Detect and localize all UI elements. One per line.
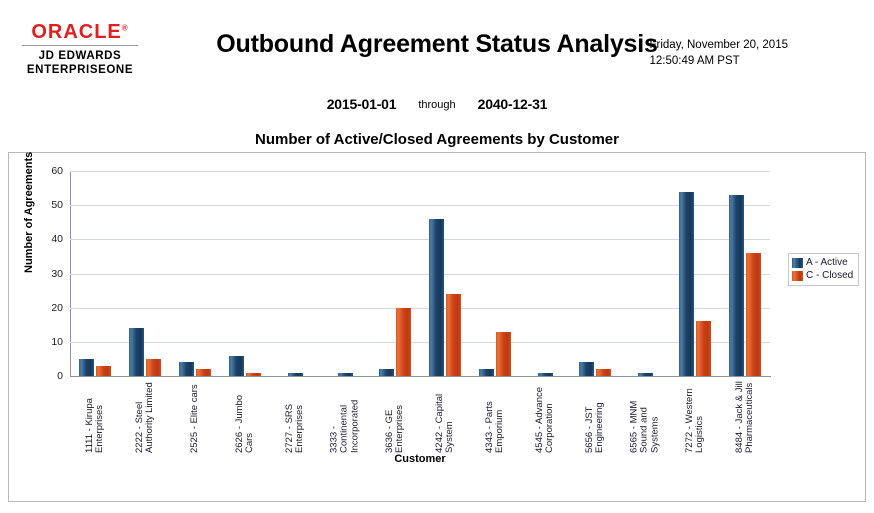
report-page: ORACLE® JD EDWARDS ENTERPRISEONE Outboun… <box>0 0 874 513</box>
bar-active[interactable] <box>729 194 744 376</box>
x-axis-tick-label: 4545 - Advance Corporation <box>533 386 555 453</box>
y-axis-tick-label: 40 <box>51 233 63 246</box>
x-axis-title: Customer <box>394 453 446 465</box>
bar-closed[interactable] <box>246 372 261 376</box>
run-timestamp: Friday, November 20, 2015 12:50:49 AM PS… <box>650 38 789 69</box>
legend-item[interactable]: A - Active <box>792 257 853 270</box>
y-axis-tick-label: 0 <box>57 370 63 382</box>
bar-group <box>70 171 120 376</box>
bar-closed[interactable] <box>96 365 111 376</box>
y-axis-tick-label: 10 <box>51 335 63 348</box>
bar-active[interactable] <box>179 362 194 376</box>
x-axis-tick-label-cell: 4545 - Advance Corporation <box>520 377 570 453</box>
bar-group <box>320 171 370 376</box>
bar-closed[interactable] <box>196 369 211 376</box>
x-axis-tick-label: 1111 - Kirupa Enterprises <box>83 398 105 453</box>
bar-closed[interactable] <box>496 331 511 376</box>
bar-active[interactable] <box>679 191 694 376</box>
y-axis-tick-label: 50 <box>51 199 63 212</box>
bar-groups <box>70 171 770 376</box>
x-axis-tick-label: 2525 - Elite cars <box>188 384 200 453</box>
bar-closed[interactable] <box>746 253 761 376</box>
x-axis-tick-label-cell: 4343 - Parts Emporium <box>470 377 520 453</box>
bar-group <box>370 171 420 376</box>
legend-swatch-closed <box>792 270 803 281</box>
date-range-row: 2015-01-01 through 2040-12-31 <box>0 96 874 114</box>
bar-active[interactable] <box>229 355 244 376</box>
bar-group <box>170 171 220 376</box>
bar-active[interactable] <box>537 372 553 376</box>
x-axis-tick-label-cell: 3333 - Continental Incorporated <box>320 377 370 453</box>
x-axis-tick-label-cell: 8484 - Jack & Jill Pharmaceuticals <box>720 377 770 453</box>
x-axis-tick-label: 3333 - Continental Incorporated <box>328 399 361 453</box>
x-axis-tick-label: 6565 - MNM Sound and Systems <box>628 400 661 453</box>
plot-area <box>70 171 771 377</box>
x-axis-tick-label-cell: 1111 - Kirupa Enterprises <box>70 377 120 453</box>
bar-closed[interactable] <box>396 307 411 376</box>
x-axis-tick-label-cell: 5656 - JST Engineering <box>570 377 620 453</box>
bar-active[interactable] <box>579 362 594 376</box>
x-axis-tick-label-cell: 2626 - Jumbo Cars <box>220 377 270 453</box>
x-axis-tick-label-cell: 7272 - Western Logistics <box>670 377 720 453</box>
legend-swatch-active <box>792 258 803 269</box>
bar-active[interactable] <box>79 358 94 376</box>
x-axis-tick-label-cell: 3636 - GE Enterprises <box>370 377 420 453</box>
y-axis-tick-label: 20 <box>51 301 63 314</box>
date-range-connector: through <box>418 99 456 111</box>
bar-closed[interactable] <box>696 321 711 376</box>
x-axis-tick-labels: 1111 - Kirupa Enterprises 2222 - Steel Au… <box>70 377 770 453</box>
bar-group <box>720 171 770 376</box>
bar-closed[interactable] <box>596 369 611 376</box>
chart-title: Number of Active/Closed Agreements by Cu… <box>255 131 619 148</box>
x-axis-tick-label-cell: 6565 - MNM Sound and Systems <box>620 377 670 453</box>
y-axis-tick-label: 60 <box>51 165 63 177</box>
x-axis-tick-label: 8484 - Jack & Jill Pharmaceuticals <box>733 381 755 453</box>
date-range-from: 2015-01-01 <box>326 96 397 112</box>
bar-active[interactable] <box>287 372 303 376</box>
chart-panel: Number of Agreements 0 10 20 30 40 50 60 1111 … <box>8 152 866 502</box>
legend-label: A - Active <box>806 257 848 268</box>
bar-active[interactable] <box>379 369 394 376</box>
bar-active[interactable] <box>129 328 144 376</box>
x-axis-tick-label-cell: 4242 - Capital System <box>420 377 470 453</box>
bar-closed[interactable] <box>446 294 461 376</box>
x-axis-tick-label: 2222 - Steel Authority Limited <box>133 382 155 453</box>
bar-group <box>420 171 470 376</box>
bar-group <box>470 171 520 376</box>
x-axis-tick-label: 4242 - Capital System <box>433 393 455 453</box>
bar-active[interactable] <box>637 372 653 376</box>
x-axis-tick-label-cell: 2525 - Elite cars <box>170 377 220 453</box>
y-axis-tick-label: 30 <box>51 267 63 280</box>
x-axis-tick-label-cell: 2727 - SRS Enterprises <box>270 377 320 453</box>
x-axis-tick-label: 7272 - Western Logistics <box>683 388 705 453</box>
bar-active[interactable] <box>479 369 494 376</box>
bar-group <box>220 171 270 376</box>
date-range-to: 2040-12-31 <box>477 96 548 112</box>
enterpriseone-label: ENTERPRISEONE <box>26 64 134 77</box>
run-time: 12:50:49 AM PST <box>649 54 740 67</box>
x-axis-tick-label: 4343 - Parts Emporium <box>483 401 505 453</box>
report-header: ORACLE® JD EDWARDS ENTERPRISEONE Outboun… <box>0 0 874 88</box>
legend-label: C - Closed <box>806 269 854 281</box>
x-axis-tick-label: 5656 - JST Engineering <box>583 402 605 453</box>
bar-active[interactable] <box>429 218 444 376</box>
bar-group <box>620 171 670 376</box>
bar-group <box>270 171 320 376</box>
x-axis-tick-label-cell: 2222 - Steel Authority Limited <box>120 377 170 453</box>
run-date: Friday, November 20, 2015 <box>649 39 789 51</box>
bar-group <box>520 171 570 376</box>
x-axis-tick-label: 3636 - GE Enterprises <box>383 404 405 453</box>
x-axis-tick-label: 2727 - SRS Enterprises <box>283 403 305 453</box>
x-axis-tick-label: 2626 - Jumbo Cars <box>233 394 255 453</box>
bar-group <box>570 171 620 376</box>
bar-closed[interactable] <box>146 358 161 376</box>
bar-group <box>670 171 720 376</box>
chart-legend: A - Active C - Closed <box>788 253 860 286</box>
bar-active[interactable] <box>337 372 353 376</box>
legend-item[interactable]: C - Closed <box>792 270 853 283</box>
bar-group <box>120 171 170 376</box>
